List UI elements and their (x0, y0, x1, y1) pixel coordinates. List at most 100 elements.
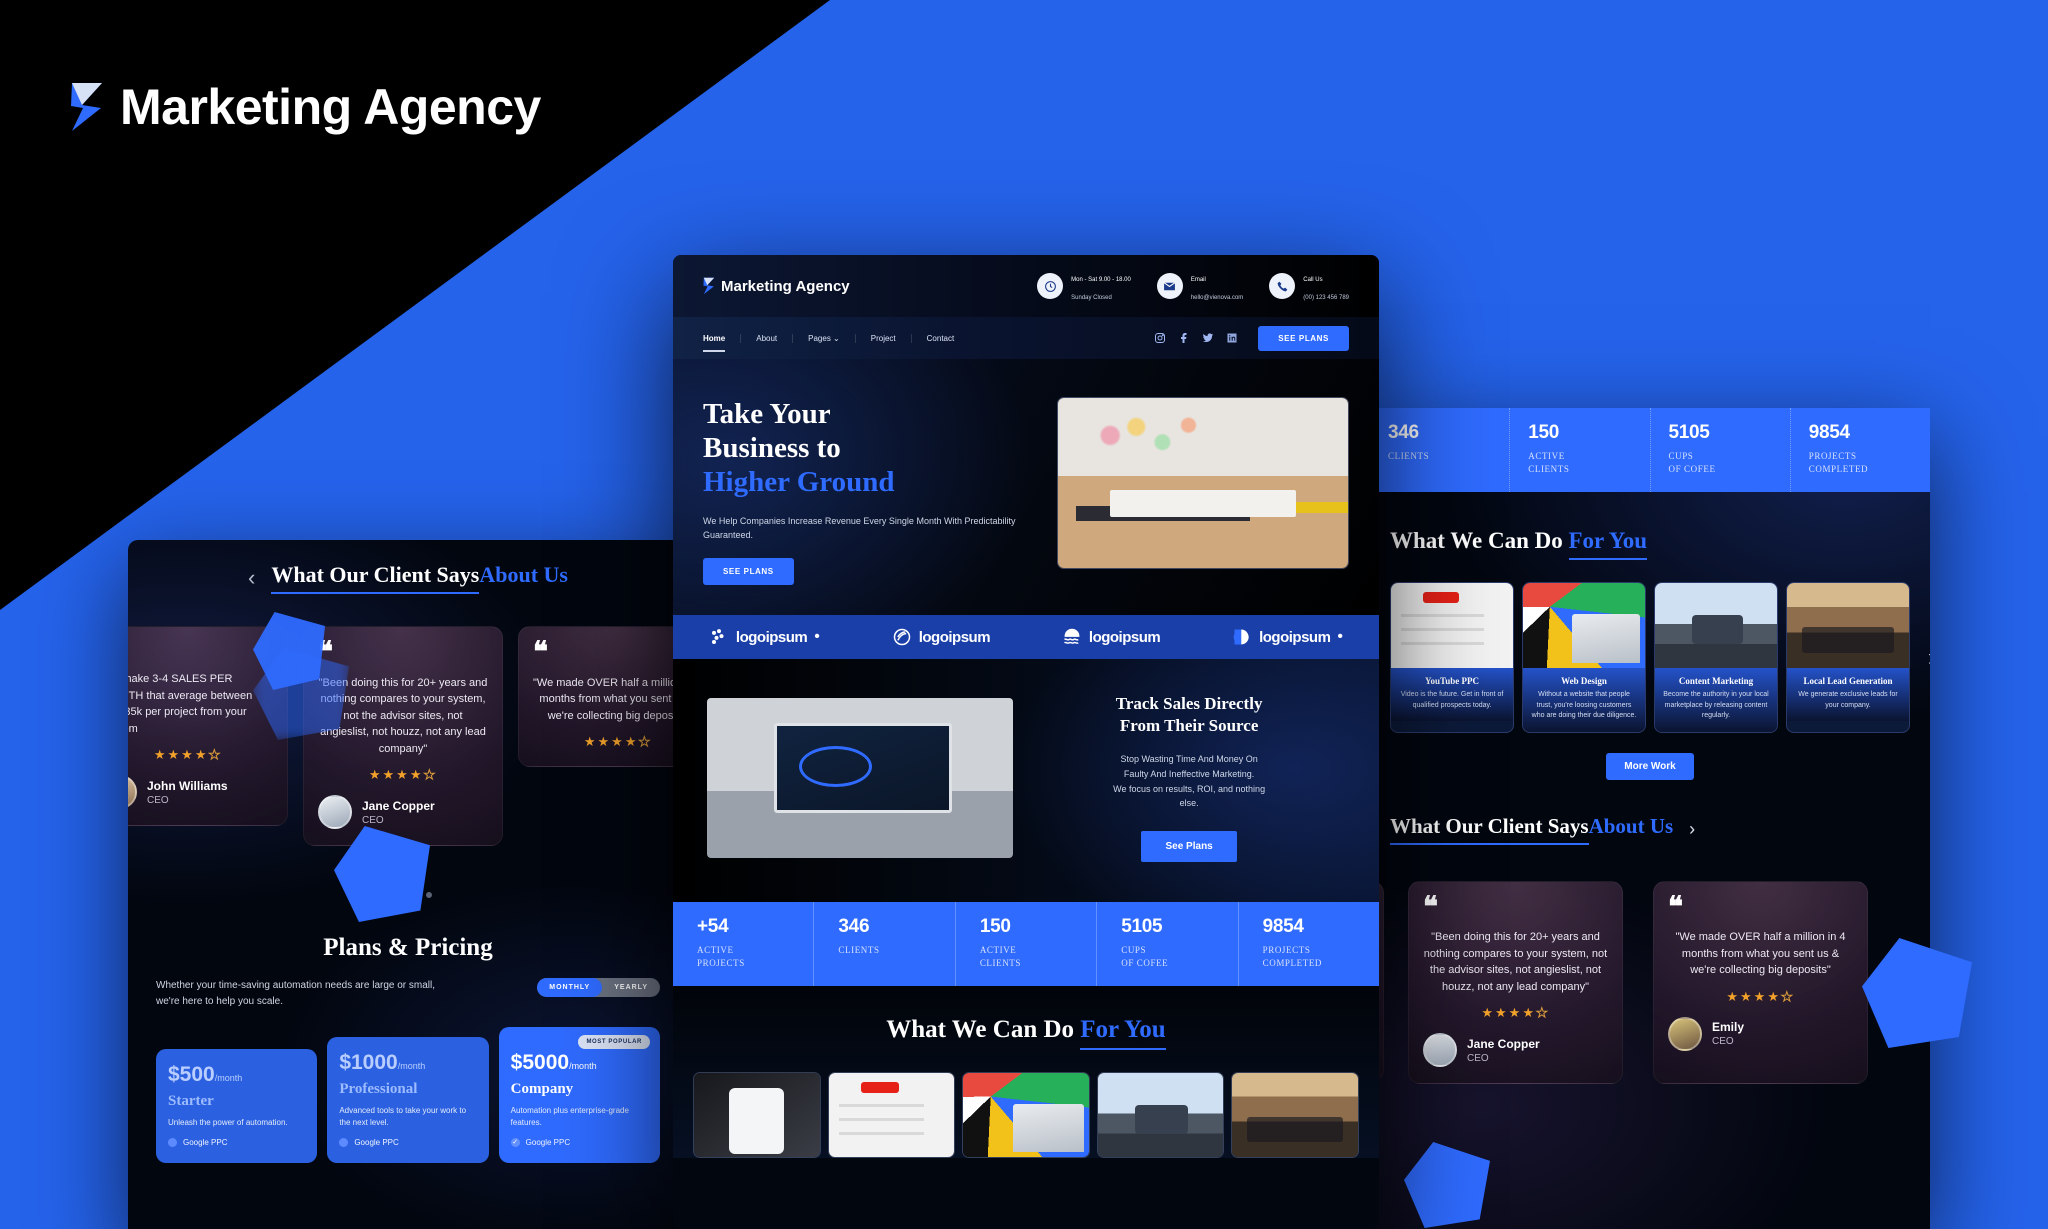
hero-see-plans-button[interactable]: SEE PLANS (703, 558, 794, 586)
service-thumb[interactable] (1231, 1072, 1359, 1159)
left-testimonials-title: What Our Client Says About Us (271, 562, 568, 594)
left-testimonials-header: ‹ What Our Client Says About Us (128, 540, 688, 594)
check-icon (510, 1138, 520, 1147)
service-card[interactable]: Web Design Without a website that people… (1522, 582, 1646, 733)
left-testimonial-carousel[interactable]: We make 3-4 SALES PER MONTH that average… (128, 626, 688, 866)
testimonial-card[interactable]: ❝ "We made OVER half a million in 4 mont… (1653, 880, 1868, 1085)
testimonial-author: Jane Copper CEO (1423, 1033, 1608, 1068)
contact-phone[interactable]: Call Us (00) 123 456 789 (1269, 268, 1349, 304)
partner-logo-text: logoipsum (918, 628, 991, 646)
service-card[interactable]: YouTube PPC Video is the future. Get in … (1390, 582, 1514, 733)
service-thumb[interactable] (827, 1072, 956, 1159)
center-services-title-accent: For You (1080, 1016, 1166, 1051)
right-testimonials-title-accent: About Us (1588, 813, 1674, 838)
nav-item-home[interactable]: Home (703, 333, 742, 352)
site-navbar: Home About Pages ⌄ Project Contact SEE P… (673, 317, 1379, 359)
stat-number: 150 (979, 916, 1011, 938)
nav-item-contact[interactable]: Contact (912, 334, 970, 343)
nav-item-about[interactable]: About (741, 333, 794, 343)
pricing-period: /month (214, 1073, 243, 1083)
linkedin-icon[interactable] (1226, 332, 1238, 344)
stat-item: 9854 PROJECTS COMPLETED (1237, 902, 1379, 987)
testimonial-stars: ★★★★★ (1481, 1005, 1550, 1021)
pricing-tier: Company (510, 1081, 574, 1097)
right-services-title-accent: For You (1568, 528, 1648, 560)
service-image (1655, 583, 1777, 668)
testimonial-author-name: John Williams (147, 778, 228, 793)
service-title: Local Lead Generation (1803, 676, 1893, 686)
nav-item-project[interactable]: Project (856, 333, 912, 343)
hero-heading-line3: Higher Ground (703, 466, 895, 499)
service-card[interactable]: Content Marketing Become the authority i… (1654, 582, 1778, 733)
quote-icon: ❝ (1423, 891, 1439, 923)
service-title: Content Marketing (1678, 676, 1754, 686)
pricing-card-company[interactable]: MOST POPULAR $5000/month Company Automat… (498, 1027, 660, 1163)
testimonial-author: John Williams CEO (128, 775, 273, 809)
service-image (1391, 583, 1513, 668)
toggle-yearly[interactable]: YEARLY (602, 978, 660, 997)
contact-email[interactable]: Email hello@vienova.com (1156, 268, 1243, 304)
billing-period-toggle[interactable]: MONTHLY YEARLY (537, 978, 660, 997)
carousel-dot[interactable] (425, 892, 432, 898)
track-sales-paragraph: Stop Wasting Time And Money On Faulty An… (1033, 752, 1345, 811)
track-p-line3: We focus on results, ROI, and nothing (1113, 783, 1266, 794)
hero-copy: Take Your Business to Higher Ground We H… (703, 397, 1039, 586)
brand-lockup: Marketing Agency (70, 78, 541, 136)
see-plans-button-top[interactable]: SEE PLANS (1258, 325, 1349, 351)
service-card[interactable]: Local Lead Generation We generate exclus… (1786, 582, 1910, 733)
pricing-card-professional[interactable]: $1000/month Professional Advanced tools … (327, 1037, 489, 1163)
track-sales-heading-line1: Track Sales Directly (1115, 694, 1263, 714)
right-stats-bar: 346 CLIENTS 150 ACTIVE CLIENTS 5105 CUPS O… (1370, 408, 1930, 492)
more-work-button[interactable]: More Work (1606, 752, 1694, 780)
partner-logo-text: logoipsum (1088, 628, 1161, 646)
instagram-icon[interactable] (1154, 332, 1166, 344)
track-sales-copy: Track Sales Directly From Their Source S… (1033, 693, 1345, 863)
toggle-monthly[interactable]: MONTHLY (537, 978, 603, 997)
right-screen-mockup[interactable]: 346 CLIENTS 150 ACTIVE CLIENTS 5105 CUPS O… (1370, 408, 1930, 1229)
site-logo[interactable]: Marketing Agency (703, 277, 850, 295)
right-testimonials-section: What Our Client Says About Us › ❝ "Been … (1370, 780, 1930, 1085)
right-testimonial-carousel[interactable]: ❝ "Been doing this for 20+ years and not… (1370, 880, 1910, 1085)
pricing-description: Advanced tools to take your work to the … (339, 1106, 467, 1127)
avatar (1423, 1033, 1457, 1068)
testimonial-card[interactable]: ❝ "We made OVER half a million in 4 mont… (518, 626, 688, 768)
center-screen-mockup[interactable]: Marketing Agency Mon - Sat 9.00 - 18.00 … (673, 255, 1379, 1229)
contact-hours: Mon - Sat 9.00 - 18.00 Sunday Closed (1037, 268, 1131, 304)
presentation-canvas: Marketing Agency ‹ What Our Client Says … (0, 0, 2048, 1229)
service-thumb[interactable] (1096, 1072, 1225, 1159)
twitter-icon[interactable] (1202, 332, 1214, 344)
partner-logo: logoipsum • (709, 627, 820, 647)
partner-logo-text: logoipsum (735, 628, 808, 646)
service-image (1787, 583, 1909, 668)
carousel-prev-icon[interactable]: ‹ (248, 567, 255, 589)
stat-label: ACTIVE CLIENTS (1528, 451, 1570, 475)
stat-label: ACTIVE CLIENTS (979, 945, 1022, 969)
stat-label: ACTIVE PROJECTS (697, 945, 745, 969)
center-services-title: What We Can Do For You (693, 1016, 1359, 1051)
pricing-card-starter[interactable]: $500/month Starter Unleash the power of … (156, 1049, 318, 1163)
stat-label: PROJECTS COMPLETED (1262, 945, 1323, 969)
center-services-title-main: What We Can Do (886, 1016, 1081, 1044)
clock-icon (1037, 273, 1064, 299)
testimonial-author-name: Jane Copper (362, 798, 435, 813)
contact-email-label: Email (1190, 277, 1206, 283)
service-thumb[interactable] (693, 1072, 821, 1159)
nav-item-pages[interactable]: Pages ⌄ (793, 333, 856, 343)
track-see-plans-button[interactable]: See Plans (1141, 831, 1237, 863)
services-card-row: YouTube PPC Video is the future. Get in … (1390, 582, 1930, 733)
track-p-line4: else. (1179, 798, 1199, 809)
service-thumb[interactable] (962, 1072, 1090, 1159)
facebook-icon[interactable] (1178, 332, 1190, 344)
testimonials-next-icon[interactable]: › (1689, 819, 1695, 840)
quote-icon: ❝ (533, 637, 549, 668)
testimonial-card[interactable]: ❝ "Been doing this for 20+ years and not… (303, 626, 503, 847)
stat-label: CUPS OF COFEE (1668, 451, 1716, 475)
services-next-icon[interactable]: › (1928, 644, 1930, 672)
hero-image (1056, 397, 1349, 569)
testimonial-card[interactable]: ❝ "Been doing this for 20+ years and not… (1408, 880, 1623, 1085)
quote-icon: ❝ (1668, 891, 1684, 923)
contact-phone-value: (00) 123 456 789 (1303, 295, 1349, 301)
sigma-z-logo-icon (703, 277, 715, 295)
hero-heading: Take Your Business to Higher Ground (703, 397, 1039, 500)
service-title: YouTube PPC (1425, 676, 1479, 686)
